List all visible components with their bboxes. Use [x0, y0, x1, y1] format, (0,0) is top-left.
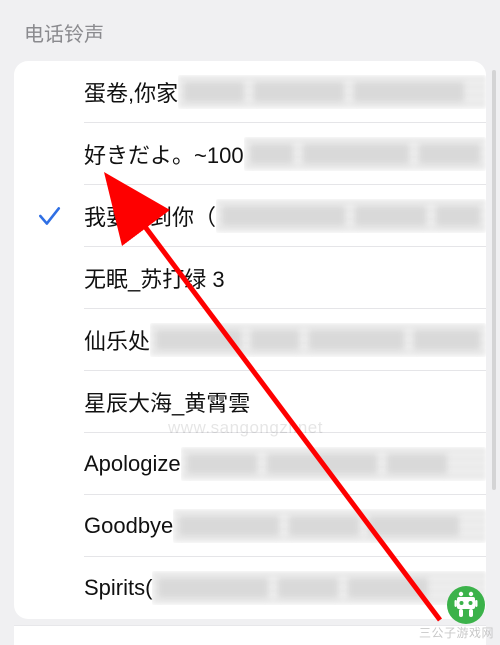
ringtone-row[interactable]: 我要找到你（ — [14, 185, 486, 247]
section-title: 电话铃声 — [24, 24, 104, 46]
censored-text — [178, 75, 486, 109]
ringtone-list: 蛋卷,你家好きだよ。~100 我要找到你（ 无眠_苏打绿 3 仙乐处星辰大海_黄霄雲 A… — [14, 61, 486, 619]
section-header: 电话铃声 — [0, 0, 500, 61]
ringtone-row[interactable]: 星辰大海_黄霄雲 — [14, 371, 486, 433]
default-ringtone-label: 倒影（默认） — [84, 641, 216, 645]
censored-text — [150, 323, 486, 357]
censored-text — [181, 447, 486, 481]
ringtone-row[interactable]: 无眠_苏打绿 3 — [14, 247, 486, 309]
ringtone-label: Spirits( — [84, 575, 152, 601]
ringtone-row[interactable]: Apologize — [14, 433, 486, 495]
ringtone-row[interactable]: Spirits( — [14, 557, 486, 619]
ringtone-label: 星辰大海_黄霄雲 — [84, 386, 250, 418]
ringtone-label: 仙乐处 — [84, 324, 150, 356]
ringtone-row[interactable]: 仙乐处 — [14, 309, 486, 371]
censored-text — [152, 571, 486, 605]
ringtone-label: 蛋卷,你家 — [84, 76, 178, 108]
ringtone-list-card: 蛋卷,你家好きだよ。~100 我要找到你（ 无眠_苏打绿 3 仙乐处星辰大海_黄霄雲 A… — [14, 61, 486, 619]
ringtone-label: Apologize — [84, 451, 181, 477]
default-ringtone-row[interactable]: 倒影（默认） — [14, 625, 486, 645]
ringtone-row[interactable]: 好きだよ。~100 — [14, 123, 486, 185]
ringtone-label: 我要找到你（ — [84, 200, 216, 232]
ringtone-row[interactable]: Goodbye — [14, 495, 486, 557]
ringtone-row[interactable]: 蛋卷,你家 — [14, 61, 486, 123]
site-badge-icon — [446, 585, 486, 625]
scroll-indicator — [492, 70, 496, 490]
censored-text — [173, 509, 486, 543]
checkmark-icon — [36, 203, 62, 229]
ringtone-label: 无眠_苏打绿 3 — [84, 262, 225, 294]
ringtone-label: 好きだよ。~100 — [84, 138, 244, 170]
checkmark-column — [14, 203, 84, 229]
ringtone-label: Goodbye — [84, 513, 173, 539]
censored-text — [216, 199, 486, 233]
censored-text — [244, 137, 486, 171]
